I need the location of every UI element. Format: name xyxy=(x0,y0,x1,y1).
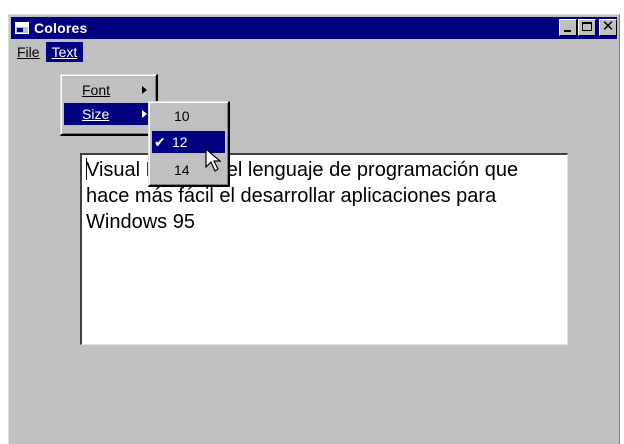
menu-item-font-label: Font xyxy=(82,82,111,98)
close-button[interactable]: ✕ xyxy=(599,18,617,36)
menu-item-size-label: Size xyxy=(82,106,110,122)
size-option-10[interactable]: 10 xyxy=(152,105,225,127)
size-option-12-label: 12 xyxy=(172,134,188,150)
maximize-icon xyxy=(582,22,592,31)
size-option-14-label: 14 xyxy=(174,162,190,178)
checkmark-icon: ✔ xyxy=(154,134,166,150)
app-window-icon[interactable] xyxy=(15,22,29,34)
window-title: Colores xyxy=(34,20,88,36)
text-menu-popup: Font Size xyxy=(60,74,158,136)
menu-bar: File Text xyxy=(11,41,617,63)
submenu-arrow-icon xyxy=(142,86,147,94)
menu-text-label: Text xyxy=(51,44,78,60)
menu-file-label: File xyxy=(17,44,40,60)
maximize-button[interactable] xyxy=(578,19,596,36)
title-bar[interactable]: Colores ✕ xyxy=(11,17,617,39)
menu-item-size[interactable]: Size xyxy=(64,103,153,125)
text-caret xyxy=(86,158,87,180)
mouse-pointer-icon xyxy=(205,147,222,172)
submenu-arrow-icon xyxy=(142,110,147,118)
menu-file[interactable]: File xyxy=(11,42,46,62)
minimize-button[interactable] xyxy=(559,19,577,36)
size-option-10-label: 10 xyxy=(174,108,190,124)
close-icon: ✕ xyxy=(601,18,615,35)
minimize-icon xyxy=(564,30,571,32)
window-controls: ✕ xyxy=(558,18,617,36)
menu-text[interactable]: Text xyxy=(45,42,84,62)
menu-item-font[interactable]: Font xyxy=(64,79,153,101)
